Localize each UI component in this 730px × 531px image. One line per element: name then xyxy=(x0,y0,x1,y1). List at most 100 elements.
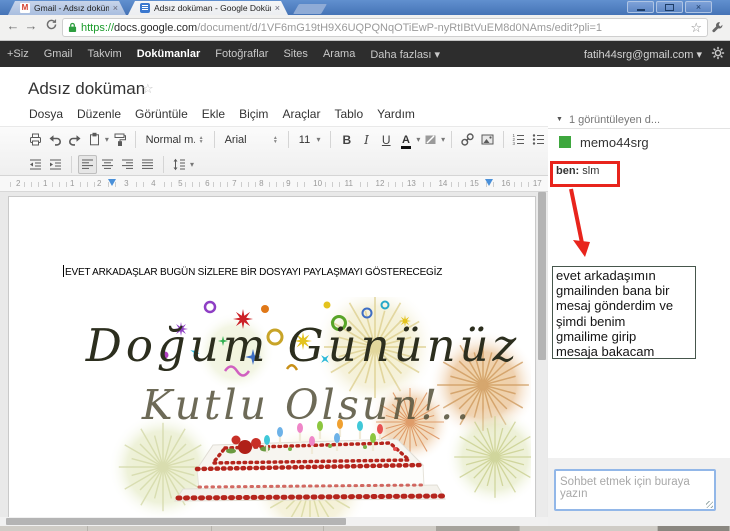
forward-icon[interactable]: → xyxy=(22,18,40,33)
vertical-scrollbar-thumb[interactable] xyxy=(538,192,546,360)
minimize-button[interactable] xyxy=(627,1,654,13)
url-bar[interactable]: https://docs.google.com/document/d/1VF6m… xyxy=(62,18,708,37)
redo-icon[interactable] xyxy=(65,130,84,149)
menu-item[interactable]: Biçim xyxy=(232,105,275,123)
google-bar-link[interactable]: Arama xyxy=(323,48,355,61)
image-text-line1: Doğum Gününüz xyxy=(85,319,521,372)
menu-item[interactable]: Tablo xyxy=(327,105,370,123)
tab-close-icon[interactable]: × xyxy=(275,4,280,13)
google-bar-link[interactable]: Sites xyxy=(283,48,307,61)
insert-link-icon[interactable] xyxy=(458,130,477,149)
menu-item[interactable]: Araçlar xyxy=(275,105,327,123)
bold-button[interactable]: B xyxy=(337,130,356,149)
vertical-scrollbar[interactable] xyxy=(537,192,547,517)
document-page[interactable]: EVET ARKADAŞLAR BUGÜN SİZLERE BİR DOSYAY… xyxy=(8,196,536,517)
bookmark-star-icon[interactable]: ☆ xyxy=(690,20,702,36)
back-icon[interactable]: ← xyxy=(4,18,22,33)
browser-toolbar: ← → https://docs.google.com/document/d/1… xyxy=(0,15,730,41)
browser-tab-gmail[interactable]: M Gmail - Adsız doküman (fatih4 × xyxy=(8,1,126,15)
ruler-number: 5 xyxy=(176,179,185,188)
menu-item[interactable]: Dosya xyxy=(22,105,70,123)
underline-button[interactable]: U xyxy=(377,130,396,149)
ruler-number: 9 xyxy=(284,179,293,188)
ruler-number: 2 xyxy=(95,179,104,188)
bulleted-list-icon[interactable] xyxy=(529,130,548,149)
text-color-button[interactable]: A xyxy=(397,130,416,149)
presence-color-square xyxy=(559,136,571,148)
viewers-header[interactable]: ▼ 1 görüntüleyen d... xyxy=(548,111,730,129)
numbered-list-icon[interactable]: 123 xyxy=(509,130,528,149)
ruler-number: 6 xyxy=(203,179,212,188)
gear-icon[interactable] xyxy=(711,46,725,63)
paste-chevron-icon[interactable]: ▾ xyxy=(105,135,109,144)
horizontal-scrollbar[interactable] xyxy=(0,517,548,526)
indent-increase-icon[interactable] xyxy=(46,155,65,174)
ruler-number: 8 xyxy=(257,179,266,188)
horizontal-scrollbar-thumb[interactable] xyxy=(6,518,346,525)
google-bar-link[interactable]: Dokümanlar xyxy=(137,48,201,61)
italic-button[interactable]: I xyxy=(357,130,376,149)
google-bar-link[interactable]: Gmail xyxy=(44,48,73,61)
resize-grip-icon[interactable] xyxy=(706,501,713,508)
google-bar-link[interactable]: Fotoğraflar xyxy=(215,48,268,61)
menu-item[interactable]: Yardım xyxy=(370,105,422,123)
right-indent-marker[interactable] xyxy=(485,179,493,186)
new-tab-button[interactable] xyxy=(293,4,327,14)
font-size-dropdown[interactable]: 11 ▾ xyxy=(295,130,325,149)
chat-input[interactable] xyxy=(554,469,716,511)
ruler-number: 3 xyxy=(122,179,131,188)
close-button[interactable]: × xyxy=(685,1,712,13)
account-menu[interactable]: fatih44srg@gmail.com ▾ xyxy=(584,48,702,61)
taskbar-segment xyxy=(436,526,520,531)
ruler-number: 14 xyxy=(436,179,450,188)
document-image[interactable]: Doğum Gününüz Kutlu Olsun!.. xyxy=(75,297,531,517)
google-bar-link[interactable]: Daha fazlası ▾ xyxy=(370,48,440,61)
reload-icon[interactable] xyxy=(42,18,60,34)
url-text: https://docs.google.com/document/d/1VF6m… xyxy=(81,21,603,34)
menu-item[interactable]: Görüntüle xyxy=(128,105,195,123)
window-controls: × xyxy=(627,1,712,13)
star-document-icon[interactable]: ☆ xyxy=(142,81,154,97)
font-dropdown[interactable]: Arial ▲ ▼ xyxy=(221,130,282,149)
paragraph-style-dropdown[interactable]: Normal m... ▲▼ xyxy=(142,130,208,149)
ruler-number: 7 xyxy=(230,179,239,188)
ruler[interactable]: 2 1 1 2 3 4 5 6 7 8 9 10 11 12 13 14 15 16 17 xyxy=(0,176,548,192)
tab-title: Adsız doküman - Google Dokün xyxy=(154,3,271,13)
indent-decrease-icon[interactable] xyxy=(26,155,45,174)
ruler-number: 10 xyxy=(311,179,325,188)
highlight-color-icon[interactable] xyxy=(421,130,440,149)
google-bar-link[interactable]: Takvim xyxy=(87,48,121,61)
paint-format-icon[interactable] xyxy=(110,130,129,149)
print-icon[interactable] xyxy=(26,130,45,149)
ruler-number: 2 xyxy=(14,179,23,188)
wrench-menu-icon[interactable] xyxy=(707,18,727,37)
ruler-number: 13 xyxy=(404,179,418,188)
align-right-button[interactable] xyxy=(118,155,137,174)
left-indent-marker[interactable] xyxy=(108,179,116,186)
menu-item[interactable]: Ekle xyxy=(195,105,232,123)
browser-tab-docs[interactable]: Adsız doküman - Google Dokün × xyxy=(128,1,288,15)
text-color-chevron-icon[interactable]: ▾ xyxy=(416,135,420,144)
line-spacing-chevron-icon[interactable]: ▾ xyxy=(190,160,194,169)
document-paragraph[interactable]: EVET ARKADAŞLAR BUGÜN SİZLERE BİR DOSYAY… xyxy=(63,265,442,278)
chat-sender-label: ben: xyxy=(556,165,580,177)
restore-button[interactable] xyxy=(656,1,683,13)
svg-text:3: 3 xyxy=(513,141,516,146)
insert-image-icon[interactable] xyxy=(478,130,497,149)
line-spacing-icon[interactable] xyxy=(170,155,189,174)
align-center-button[interactable] xyxy=(98,155,117,174)
align-left-button[interactable] xyxy=(78,155,97,174)
google-bar-link[interactable]: +Siz xyxy=(7,48,29,61)
tab-close-icon[interactable]: × xyxy=(113,4,118,13)
menu-item[interactable]: Düzenle xyxy=(70,105,128,123)
document-title[interactable]: Adsız doküman xyxy=(28,79,145,99)
ruler-number: 16 xyxy=(499,179,513,188)
highlight-chevron-icon[interactable]: ▾ xyxy=(441,135,445,144)
align-justify-button[interactable] xyxy=(138,155,157,174)
viewer-row[interactable]: memo44srg xyxy=(548,130,730,154)
annotation-chat-message-box: ben: slm xyxy=(550,161,620,187)
paste-icon[interactable] xyxy=(85,130,104,149)
undo-icon[interactable] xyxy=(46,130,65,149)
ruler-number: 17 xyxy=(530,179,544,188)
google-bar-links: +Siz Gmail Takvim Dokümanlar Fotoğraflar Site… xyxy=(0,48,440,61)
